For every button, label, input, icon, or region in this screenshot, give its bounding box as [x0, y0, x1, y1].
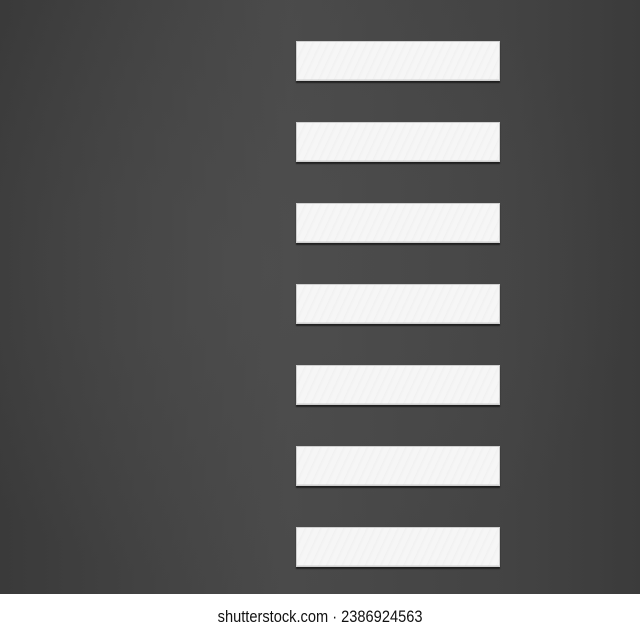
white-bar-1 [296, 41, 500, 81]
white-bar-7 [296, 527, 500, 567]
white-bar-3 [296, 203, 500, 243]
white-bar-2 [296, 122, 500, 162]
dark-background-panel [0, 0, 640, 594]
white-bar-5 [296, 365, 500, 405]
white-bar-6 [296, 446, 500, 486]
watermark-strip: shutterstock.com · 2386924563 [0, 594, 640, 640]
watermark-text: shutterstock.com · 2386924563 [217, 607, 423, 626]
white-bar-4 [296, 284, 500, 324]
image-canvas: shutterstock.com · 2386924563 [0, 0, 640, 640]
white-bar-stack [296, 41, 500, 567]
